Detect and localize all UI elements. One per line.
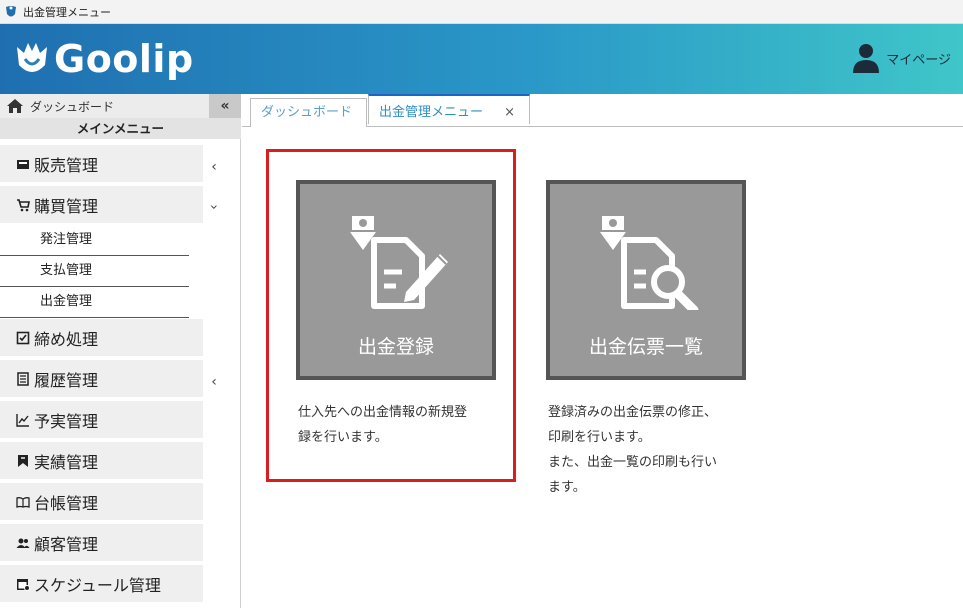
sidebar-item-label: 実績管理 xyxy=(34,452,99,472)
sidebar-item-sales[interactable]: 販売管理 xyxy=(0,145,203,184)
description-line: 録を行います。 xyxy=(298,430,388,445)
withdrawal-slip-list-description: 登録済みの出金伝票の修正、 印刷を行います。 また、出金一覧の印刷も行い ます。 xyxy=(548,400,758,500)
sidebar-item-ledger[interactable]: 台帳管理 xyxy=(0,483,203,522)
sidebar-item-customers[interactable]: 顧客管理 xyxy=(0,524,203,563)
sidebar-item-label: 締め処理 xyxy=(34,329,99,349)
bookmark-icon xyxy=(16,454,30,468)
withdrawal-register-description: 仕入先への出金情報の新規登 録を行います。 xyxy=(298,400,508,450)
sidebar-item-budget[interactable]: 予実管理 xyxy=(0,401,203,440)
document-search-icon xyxy=(600,216,699,310)
sidebar-item-label: 販売管理 xyxy=(34,155,99,175)
description-line: 登録済みの出金伝票の修正、 xyxy=(548,405,718,420)
tab-withdrawal-menu[interactable]: 出金管理メニュー × xyxy=(368,94,530,124)
sidebar-item-schedule[interactable]: スケジュール管理 xyxy=(0,565,203,604)
chevron-left-icon[interactable]: ‹ xyxy=(207,160,221,174)
home-icon xyxy=(7,99,23,113)
sidebar-item-label: 予実管理 xyxy=(34,411,99,431)
sidebar-subitem-order[interactable]: 発注管理 xyxy=(0,225,189,256)
logo-text: Goolip xyxy=(54,37,194,81)
sidebar-item-label: 台帳管理 xyxy=(34,493,99,513)
goolip-logo[interactable]: Goolip xyxy=(14,34,194,84)
users-icon xyxy=(16,536,30,550)
close-icon[interactable]: × xyxy=(504,96,515,130)
mypage-label: マイページ xyxy=(886,52,951,68)
tab-bar: ダッシュボード 出金管理メニュー × xyxy=(242,94,963,127)
sidebar-item-label: スケジュール管理 xyxy=(34,575,161,595)
description-line: ます。 xyxy=(548,480,586,495)
calendar-icon xyxy=(16,577,30,591)
sidebar-item-closing[interactable]: 締め処理 xyxy=(0,319,203,358)
chart-line-icon xyxy=(16,413,30,427)
app-logo-icon xyxy=(6,5,16,16)
sidebar-item-history[interactable]: 履歴管理 xyxy=(0,360,203,399)
user-icon xyxy=(853,44,880,73)
cart-icon xyxy=(16,198,30,212)
sidebar-dashboard-link[interactable]: ダッシュボード xyxy=(0,94,241,118)
tulip-logo-icon xyxy=(17,43,47,72)
sidebar-item-label: 購買管理 xyxy=(34,196,99,216)
description-line: 印刷を行います。 xyxy=(548,430,651,445)
withdrawal-slip-list-card[interactable]: 出金伝票一覧 xyxy=(546,180,746,380)
sidebar-item-results[interactable]: 実績管理 xyxy=(0,442,203,481)
window-title: 出金管理メニュー xyxy=(23,5,111,19)
card-label: 出金登録 xyxy=(357,336,434,358)
register-icon xyxy=(16,157,30,171)
sidebar-item-purchasing[interactable]: 購買管理 xyxy=(0,186,203,225)
checkbox-icon xyxy=(16,331,30,345)
sidebar-subitem-withdrawal[interactable]: 出金管理 xyxy=(0,287,189,318)
document-list-icon xyxy=(16,371,30,386)
window-titlebar: 出金管理メニュー xyxy=(0,0,963,24)
tab-dashboard[interactable]: ダッシュボード xyxy=(250,98,367,127)
sidebar-item-label: 顧客管理 xyxy=(34,534,99,554)
sidebar-item-label: 履歴管理 xyxy=(34,370,99,390)
description-line: また、出金一覧の印刷も行い xyxy=(548,455,718,470)
book-open-icon xyxy=(16,495,30,509)
card-label: 出金伝票一覧 xyxy=(588,336,703,358)
chevron-down-icon[interactable]: ‹ xyxy=(206,200,222,214)
description-line: 仕入先への出金情報の新規登 xyxy=(298,405,468,420)
sidebar-subitem-payment[interactable]: 支払管理 xyxy=(0,256,189,287)
document-edit-icon xyxy=(350,216,448,309)
app-header: Goolip マイページ xyxy=(0,24,963,94)
dashboard-label: ダッシュボード xyxy=(30,99,115,114)
withdrawal-register-card[interactable]: 出金登録 xyxy=(296,180,496,380)
mypage-link[interactable]: マイページ xyxy=(852,43,951,73)
sidebar-collapse-button[interactable]: « xyxy=(209,94,241,118)
tab-label: 出金管理メニュー xyxy=(379,105,484,120)
main-menu-heading: メインメニュー xyxy=(0,118,241,139)
chevron-left-icon[interactable]: ‹ xyxy=(207,375,221,389)
sidebar: ダッシュボード « メインメニュー 販売管理 ‹ 購買管理 ‹ 発注管理 支払管… xyxy=(0,94,241,608)
